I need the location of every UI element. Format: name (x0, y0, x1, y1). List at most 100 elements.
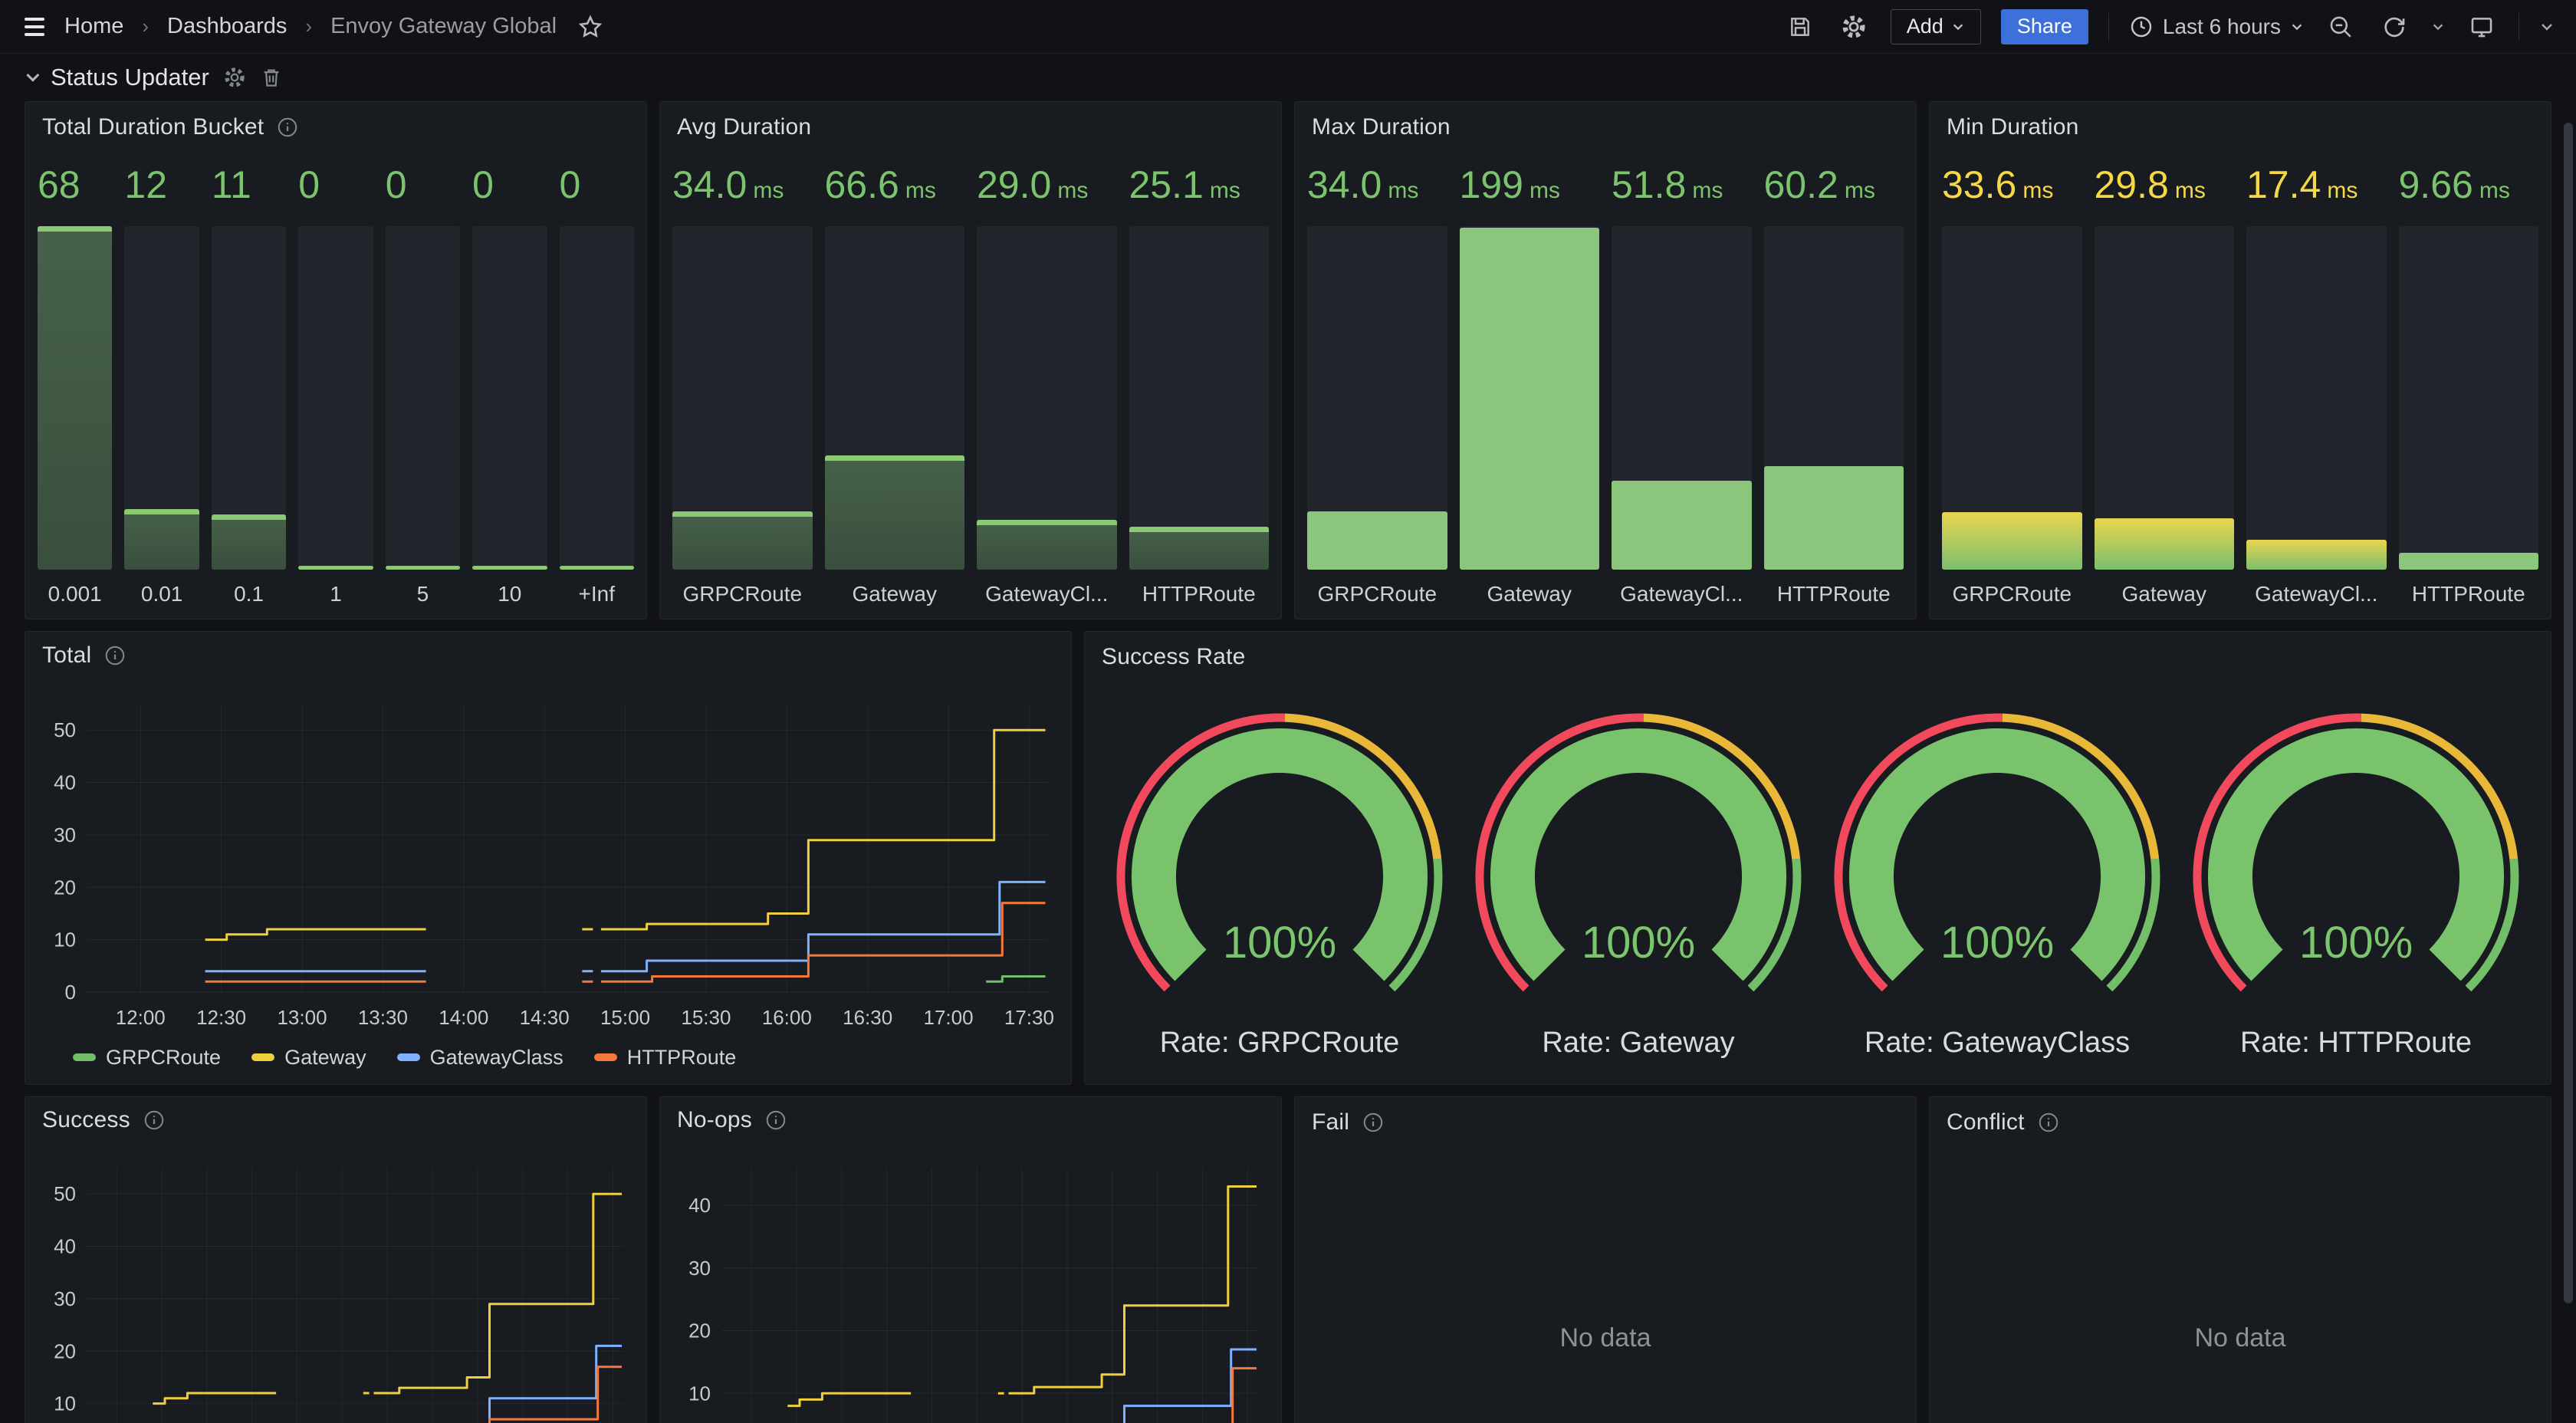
scrollbar-thumb[interactable] (2564, 123, 2573, 1303)
bar-label: 0.01 (124, 582, 199, 608)
bar-value: 33.6ms (1942, 160, 2082, 211)
time-range-label: Last 6 hours (2163, 15, 2281, 39)
info-icon[interactable] (104, 644, 127, 667)
step-chart[interactable]: 12:0012:3013:0013:3014:0014:3015:0015:30… (672, 1134, 1269, 1423)
breadcrumb-home[interactable]: Home (64, 14, 123, 39)
share-button[interactable]: Share (2001, 9, 2088, 44)
zoom-out-icon[interactable] (2324, 10, 2358, 44)
bar-value-unit: ms (1210, 178, 1240, 203)
y-tick-label: 40 (54, 771, 76, 794)
bar-fill (124, 509, 199, 570)
legend-item[interactable]: Gateway (251, 1046, 366, 1070)
panel-header[interactable]: Fail (1307, 1106, 1904, 1139)
info-icon[interactable] (276, 116, 299, 139)
panel-header[interactable]: Min Duration (1942, 111, 2538, 143)
series-line-GRPCRoute (986, 977, 1045, 982)
bar-label: HTTPRoute (2399, 582, 2539, 608)
bar-label: HTTPRoute (1129, 582, 1270, 608)
legend-item[interactable]: GatewayClass (397, 1046, 564, 1070)
bar-gauge-column: 0+Inf (560, 148, 634, 608)
bar-label: 5 (386, 582, 460, 608)
bar-track (825, 226, 965, 570)
chevron-down-icon (1951, 20, 1965, 34)
time-range-picker[interactable]: Last 6 hours (2129, 15, 2304, 39)
panel-avg-duration: Avg Duration 34.0msGRPCRoute66.6msGatewa… (659, 101, 1282, 619)
panel-header[interactable]: No-ops (672, 1106, 1269, 1134)
info-icon[interactable] (143, 1109, 166, 1132)
save-icon[interactable] (1783, 10, 1817, 44)
tv-mode-icon[interactable] (2465, 10, 2499, 44)
bar-gauge-column: 25.1msHTTPRoute (1129, 148, 1270, 608)
gauge: 100%Rate: Gateway (1462, 688, 1815, 1060)
panel-header[interactable]: Max Duration (1307, 111, 1904, 143)
legend-item[interactable]: HTTPRoute (594, 1046, 737, 1070)
bar-gauge-column: 17.4msGatewayCl... (2246, 148, 2387, 608)
collapse-nav-chevron-icon[interactable] (2539, 19, 2555, 35)
x-tick-label: 13:00 (277, 1006, 327, 1029)
panel-success-rate: Success Rate 100%Rate: GRPCRoute100%Rate… (1084, 631, 2551, 1085)
add-button[interactable]: Add (1891, 9, 1981, 44)
bar-fill (212, 514, 286, 570)
bar-value-unit: ms (753, 178, 784, 203)
y-tick-label: 20 (54, 1339, 76, 1362)
bar-value-unit: ms (2479, 178, 2510, 203)
info-icon[interactable] (764, 1109, 787, 1132)
top-nav: Home › Dashboards › Envoy Gateway Global… (0, 0, 2576, 54)
bar-value: 34.0ms (1307, 160, 1447, 211)
bar-fill (1942, 512, 2082, 570)
row-title[interactable]: Status Updater (51, 64, 209, 91)
star-icon[interactable] (573, 10, 607, 44)
refresh-interval-chevron-icon[interactable] (2431, 20, 2445, 34)
bar-label: 0.001 (38, 582, 112, 608)
series-line-Gateway (205, 929, 426, 940)
legend-label: HTTPRoute (627, 1046, 737, 1070)
panel-title: Avg Duration (677, 114, 811, 140)
step-chart[interactable]: 12:0012:3013:0013:3014:0014:3015:0015:30… (38, 1134, 634, 1423)
bar-gauge-column: 29.8msGateway (2095, 148, 2235, 608)
legend-swatch (594, 1053, 617, 1061)
y-tick-label: 10 (54, 1392, 76, 1415)
gauge: 100%Rate: GatewayClass (1821, 688, 2174, 1060)
panel-header[interactable]: Total (38, 641, 1059, 670)
series-line-Gateway (787, 1393, 911, 1405)
settings-icon[interactable] (1837, 10, 1871, 44)
row-delete-icon[interactable] (260, 66, 283, 89)
panel-header[interactable]: Success (38, 1106, 634, 1134)
panel-header[interactable]: Success Rate (1097, 641, 2538, 673)
series-line-GatewayClass (374, 1346, 623, 1423)
row-collapse-chevron-icon[interactable] (26, 69, 39, 82)
menu-icon[interactable] (21, 15, 48, 39)
bar-gauge-column: 51.8msGatewayCl... (1612, 148, 1752, 608)
bar-gauge-column: 120.01 (124, 148, 199, 608)
x-tick-label: 17:30 (1004, 1006, 1054, 1029)
bar-value: 0 (298, 160, 373, 211)
panel-header[interactable]: Avg Duration (672, 111, 1269, 143)
panel-header[interactable]: Total Duration Bucket (38, 111, 634, 143)
info-icon[interactable] (2037, 1111, 2060, 1134)
legend-item[interactable]: GRPCRoute (73, 1046, 221, 1070)
bar-fill (672, 511, 813, 570)
step-chart[interactable]: 12:0012:3013:0013:3014:0014:3015:0015:30… (38, 670, 1059, 1040)
refresh-icon[interactable] (2377, 10, 2411, 44)
bar-label: 0.1 (212, 582, 286, 608)
bar-value-unit: ms (1692, 178, 1723, 203)
divider (2108, 13, 2109, 41)
bar-fill (2399, 553, 2539, 570)
series-line-HTTPRoute (374, 1367, 623, 1423)
bar-fill (1612, 481, 1752, 570)
panel-header[interactable]: Conflict (1942, 1106, 2538, 1139)
bar-value: 29.0ms (977, 160, 1117, 211)
series-line-Gateway (601, 730, 1046, 929)
y-tick-label: 10 (54, 928, 76, 951)
breadcrumb-dashboards[interactable]: Dashboards (167, 14, 287, 39)
panel-success: Success 12:0012:3013:0013:3014:0014:3015… (25, 1096, 647, 1423)
bar-track (298, 226, 373, 570)
panel-title: Success Rate (1102, 644, 1245, 670)
bar-label: Gateway (1460, 582, 1600, 608)
bar-gauge-column: 60.2msHTTPRoute (1764, 148, 1904, 608)
bar-gauge: 34.0msGRPCRoute66.6msGateway29.0msGatewa… (672, 143, 1269, 608)
bar-track (1307, 226, 1447, 570)
info-icon[interactable] (1362, 1111, 1385, 1134)
share-button-label: Share (2017, 15, 2072, 38)
row-settings-icon[interactable] (223, 66, 246, 89)
